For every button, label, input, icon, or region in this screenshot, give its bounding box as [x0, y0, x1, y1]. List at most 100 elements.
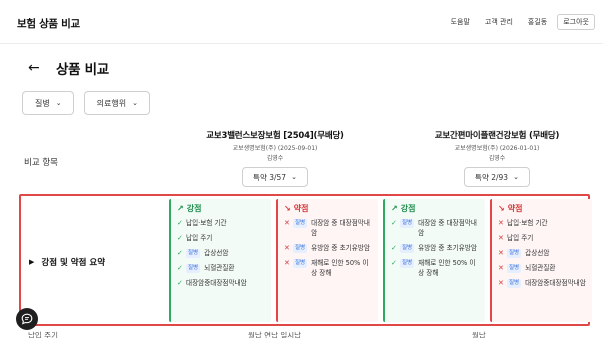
top-nav: 도움말 고객 관리 홍길동 로그아웃	[436, 14, 595, 30]
list-item: ✓ 질병 대장암 중 대장점막내암	[391, 218, 477, 237]
list-item: ✕ 질병 대장암 중 대장점막내암	[284, 218, 370, 237]
list-item: ✓ 대장암중대장점막내암	[177, 279, 247, 287]
compare-items-label: 비교 항목	[24, 158, 58, 168]
weakness-card-header: ↘ 약점	[498, 203, 588, 214]
special-rider-label: 특약 3/57	[253, 172, 287, 182]
disease-tag: 질병	[507, 248, 522, 258]
x-icon: ✕	[498, 234, 504, 242]
disease-tag: 질병	[293, 258, 308, 268]
strength-card-header: ↗ 강점	[391, 203, 481, 214]
customer-management-link[interactable]: 고객 관리	[485, 14, 513, 30]
list-item: ✓ 납입 주기	[177, 234, 213, 242]
chat-button[interactable]	[16, 308, 38, 330]
list-item: ✕ 납입 주기	[498, 234, 534, 242]
card-title: 약점	[507, 204, 523, 213]
weakness-card: ↘ 약점 ✕ 납입·보험 기간 ✕ 납입 주기 ✕ 질병 갑상선암 ✕ 질병 뇌혈관질환 ✕…	[490, 199, 592, 322]
list-item: ✓ 납입·보험 기간	[177, 219, 227, 227]
strength-card: ↗ 강점 ✓ 질병 대장암 중 대장점막내암 ✓ 질병 유방암 중 초기유방암 ✓ 질병 재…	[383, 199, 485, 322]
app-title: 보험 상품 비교	[17, 18, 80, 30]
page-title: 상품 비교	[56, 62, 109, 78]
product-column-2: 교보간편마이플랜건강보험 (무배당) 교보생명보험(주) (2026-01-01…	[402, 129, 592, 187]
disease-tag: 질병	[186, 248, 201, 258]
list-item: ✓ 질병 재해로 인한 50% 이상 장해	[391, 258, 476, 277]
list-item: ✓ 질병 유방암 중 초기유방암	[391, 243, 477, 253]
chat-bubble-icon	[21, 313, 33, 325]
chevron-down-icon: ⌄	[55, 99, 62, 107]
disease-tag: 질병	[400, 218, 415, 228]
strength-weakness-summary: ▶ 강점 및 약점 요약 ↗ 강점 ✓ 납입·보험 기간 ✓ 납입 주기 ✓ 질병 갑상…	[19, 194, 592, 326]
product-company: 교보생명보험(주) (2026-01-01)	[454, 145, 540, 152]
top-bar: 보험 상품 비교 도움말 고객 관리 홍길동 로그아웃	[0, 0, 603, 44]
weakness-card: ↘ 약점 ✕ 질병 대장암 중 대장점막내암 ✕ 질병 유방암 중 초기유방암 ✕ 질병 재…	[276, 199, 378, 322]
check-icon: ✓	[391, 219, 397, 227]
product-person: 김영수	[488, 155, 506, 162]
list-item: ✕ 질병 뇌혈관질환	[498, 263, 556, 273]
x-icon: ✕	[498, 249, 504, 257]
strength-card: ↗ 강점 ✓ 납입·보험 기간 ✓ 납입 주기 ✓ 질병 갑상선암 ✓ 질병 뇌혈관질환 ✓…	[169, 199, 271, 322]
list-item: ✕ 납입·보험 기간	[498, 219, 548, 227]
user-name[interactable]: 홍길동	[528, 14, 547, 30]
list-item: ✕ 질병 갑상선암	[498, 248, 550, 258]
x-icon: ✕	[498, 219, 504, 227]
check-icon: ✓	[177, 264, 183, 272]
medical-procedure-filter-label: 의료행위	[96, 98, 127, 108]
product-name: 교보3밸런스보장보험 [2504](무배당)	[206, 131, 344, 141]
weakness-card-header: ↘ 약점	[284, 203, 374, 214]
disease-tag: 질병	[293, 243, 308, 253]
trend-down-icon: ↘	[284, 204, 291, 213]
x-icon: ✕	[284, 259, 290, 267]
special-rider-label: 특약 2/93	[475, 172, 509, 182]
row-label: 납입 주기	[28, 331, 58, 338]
chevron-down-icon: ⌄	[132, 99, 138, 107]
chevron-down-icon: ⌄	[291, 173, 297, 181]
row-value: 월납	[472, 331, 486, 338]
disease-tag: 질병	[507, 263, 522, 273]
check-icon: ✓	[177, 234, 183, 242]
page-heading: ← 상품 비교	[28, 58, 109, 78]
card-title: 강점	[186, 204, 202, 213]
back-arrow-icon[interactable]: ←	[28, 60, 46, 76]
expand-triangle-icon: ▶	[29, 258, 35, 266]
x-icon: ✕	[498, 279, 504, 287]
special-rider-dropdown[interactable]: 특약 2/93 ⌄	[464, 167, 530, 187]
payment-cycle-row: 납입 주기 월납 연납 일시납 월납	[0, 330, 603, 338]
trend-down-icon: ↘	[498, 204, 505, 213]
product-person: 김영수	[266, 155, 284, 162]
disease-tag: 질병	[400, 258, 415, 268]
list-item: ✕ 질병 유방암 중 초기유방암	[284, 243, 370, 253]
disease-tag: 질병	[293, 218, 308, 228]
list-item: ✕ 질병 대장암중대장점막내암	[498, 278, 586, 288]
row-value: 월납 연납 일시납	[248, 331, 302, 338]
medical-procedure-filter-dropdown[interactable]: 의료행위 ⌄	[83, 91, 150, 115]
check-icon: ✓	[391, 244, 397, 252]
disease-tag: 질병	[186, 263, 201, 273]
trend-up-icon: ↗	[391, 204, 398, 213]
list-item: ✓ 질병 뇌혈관질환	[177, 263, 235, 273]
card-title: 약점	[293, 204, 309, 213]
disease-filter-label: 질병	[35, 98, 50, 108]
check-icon: ✓	[177, 249, 183, 257]
list-item: ✓ 질병 갑상선암	[177, 248, 229, 258]
check-icon: ✓	[177, 279, 183, 287]
disease-filter-dropdown[interactable]: 질병 ⌄	[22, 91, 74, 115]
filter-bar: 질병 ⌄ 의료행위 ⌄	[22, 91, 160, 115]
product-column-1: 교보3밸런스보장보험 [2504](무배당) 교보생명보험(주) (2025-0…	[180, 129, 370, 187]
check-icon: ✓	[177, 219, 183, 227]
disease-tag: 질병	[507, 278, 522, 288]
check-icon: ✓	[391, 259, 397, 267]
strength-card-header: ↗ 강점	[177, 203, 267, 214]
x-icon: ✕	[284, 244, 290, 252]
x-icon: ✕	[498, 264, 504, 272]
logout-button[interactable]: 로그아웃	[557, 14, 595, 30]
list-item: ✕ 질병 재해로 인한 50% 이상 장해	[284, 258, 369, 277]
special-rider-dropdown[interactable]: 특약 3/57 ⌄	[242, 167, 308, 187]
x-icon: ✕	[284, 219, 290, 227]
chevron-down-icon: ⌄	[513, 173, 519, 181]
summary-label: 강점 및 약점 요약	[41, 258, 106, 268]
summary-row-toggle[interactable]: ▶ 강점 및 약점 요약	[29, 256, 105, 268]
card-title: 강점	[400, 204, 416, 213]
product-name: 교보간편마이플랜건강보험 (무배당)	[434, 131, 560, 141]
trend-up-icon: ↗	[177, 204, 184, 213]
help-link[interactable]: 도움말	[451, 14, 470, 30]
disease-tag: 질병	[400, 243, 415, 253]
